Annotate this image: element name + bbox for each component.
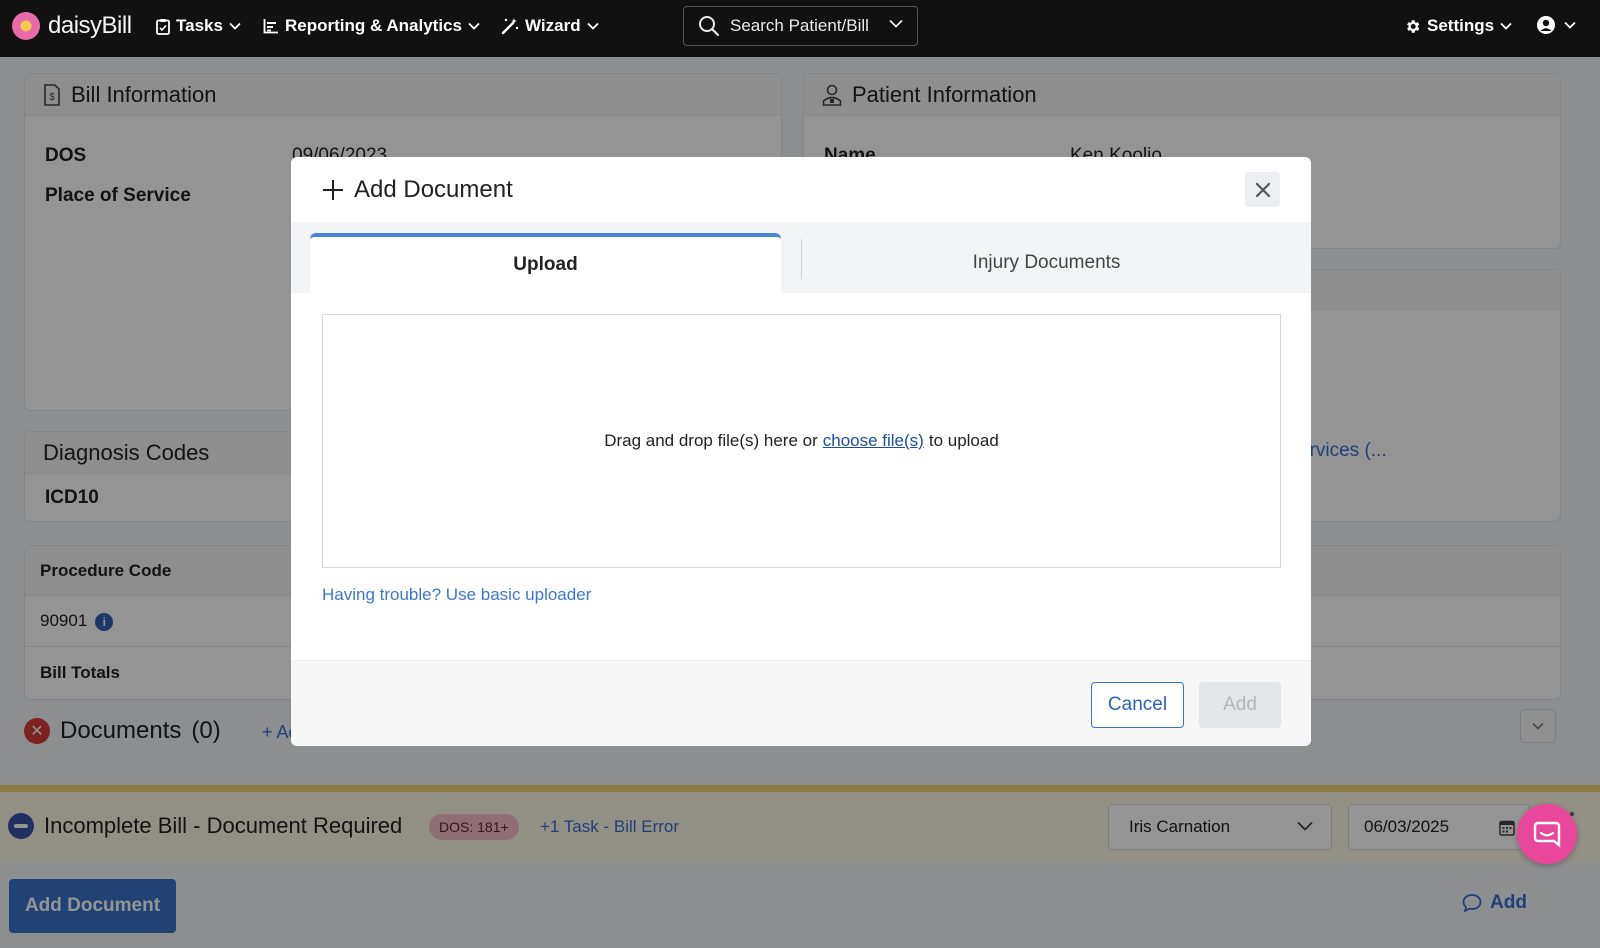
user-menu[interactable] <box>1536 15 1576 35</box>
nav-wizard[interactable]: Wizard <box>501 16 599 36</box>
gear-icon <box>1407 19 1420 33</box>
bar-chart-icon <box>263 19 278 34</box>
nav-tasks-label: Tasks <box>176 16 223 35</box>
chevron-down-icon <box>1564 21 1576 29</box>
daisy-icon <box>12 12 40 40</box>
modal-footer: Cancel Add <box>291 660 1311 746</box>
cancel-button[interactable]: Cancel <box>1091 682 1184 728</box>
tab-upload[interactable]: Upload <box>310 233 781 293</box>
chat-launcher-button[interactable] <box>1517 804 1577 864</box>
tab-injury-documents-label: Injury Documents <box>972 252 1121 273</box>
tab-upload-label: Upload <box>513 254 578 275</box>
chevron-down-icon <box>586 22 599 30</box>
magic-wand-icon <box>501 18 519 35</box>
modal-tabs: Upload Injury Documents <box>291 222 1311 293</box>
brand-name: daisyBill <box>48 12 132 39</box>
nav-settings-label: Settings <box>1427 16 1495 35</box>
modal-title: Add Document <box>354 175 513 203</box>
basic-uploader-link[interactable]: Having trouble? Use basic uploader <box>322 585 591 605</box>
close-icon <box>1255 182 1270 197</box>
nav-reporting-label: Reporting & Analytics <box>285 16 462 35</box>
search-icon <box>699 16 720 37</box>
nav-tasks[interactable]: Tasks <box>156 16 241 36</box>
top-navigation: daisyBill Tasks Reporting & Analytics Wi… <box>0 0 1600 57</box>
search-placeholder: Search Patient/Bill <box>730 16 869 35</box>
modal-header: Add Document <box>291 157 1311 222</box>
chevron-down-icon <box>229 22 241 30</box>
chat-icon <box>1533 821 1561 848</box>
modal-close-button[interactable] <box>1245 172 1280 207</box>
file-dropzone[interactable]: Drag and drop file(s) here or choose fil… <box>322 314 1281 568</box>
add-button[interactable]: Add <box>1199 682 1281 728</box>
add-document-modal: Add Document Upload Injury Documents Dra… <box>291 157 1311 746</box>
tab-injury-documents[interactable]: Injury Documents <box>802 233 1291 293</box>
search-patient-bill[interactable]: Search Patient/Bill <box>683 6 918 46</box>
dropzone-text-after: to upload <box>928 431 999 450</box>
dropzone-text-before: Drag and drop file(s) here or <box>604 431 818 450</box>
brand-logo[interactable]: daisyBill <box>12 12 132 40</box>
nav-settings[interactable]: Settings <box>1404 16 1512 36</box>
chevron-down-icon <box>1500 22 1512 30</box>
nav-reporting[interactable]: Reporting & Analytics <box>263 16 480 36</box>
chevron-down-icon <box>468 22 480 30</box>
user-circle-icon <box>1537 16 1555 34</box>
nav-wizard-label: Wizard <box>525 16 581 35</box>
choose-files-link[interactable]: choose file(s) <box>823 431 924 451</box>
chevron-down-icon <box>889 19 903 28</box>
clipboard-icon <box>156 18 170 35</box>
plus-icon <box>323 179 343 200</box>
